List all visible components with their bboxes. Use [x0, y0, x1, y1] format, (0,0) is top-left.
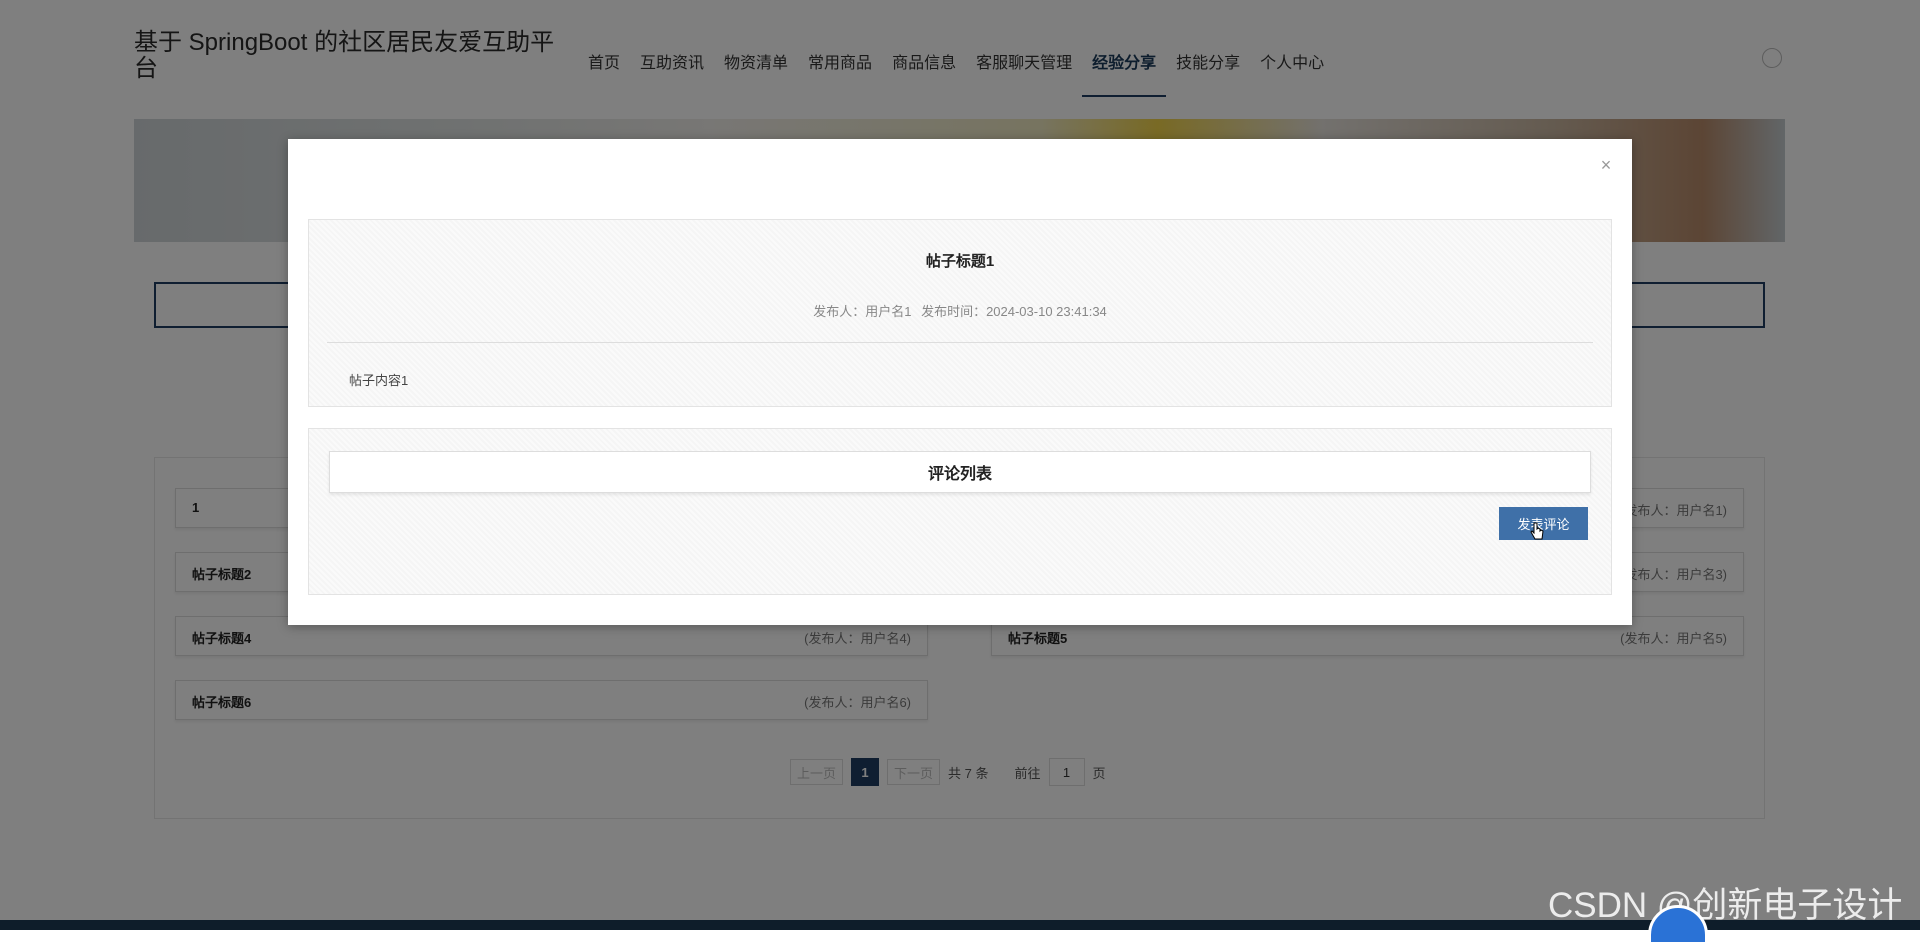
post-publisher: 发布人：用户名1: [813, 304, 912, 319]
post-detail-title: 帖子标题1: [925, 253, 995, 270]
comment-list-header: 评论列表: [329, 451, 1591, 493]
divider: [327, 342, 1593, 343]
post-publish-time: 发布时间：2024-03-10 23:41:34: [921, 304, 1107, 319]
csdn-watermark: CSDN @创新电子设计: [1548, 886, 1903, 925]
post-detail-modal: × 帖子标题1 发布人：用户名1 发布时间：2024-03-10 23:41:3…: [288, 139, 1632, 625]
post-detail-meta: 发布人：用户名1 发布时间：2024-03-10 23:41:34: [309, 301, 1611, 320]
post-detail: 帖子标题1 发布人：用户名1 发布时间：2024-03-10 23:41:34 …: [308, 219, 1612, 407]
post-detail-content: 帖子内容1: [349, 373, 409, 388]
close-icon[interactable]: ×: [1598, 156, 1614, 174]
hand-cursor-icon: [1530, 522, 1544, 540]
comment-section: 评论列表 发表评论: [308, 428, 1612, 595]
